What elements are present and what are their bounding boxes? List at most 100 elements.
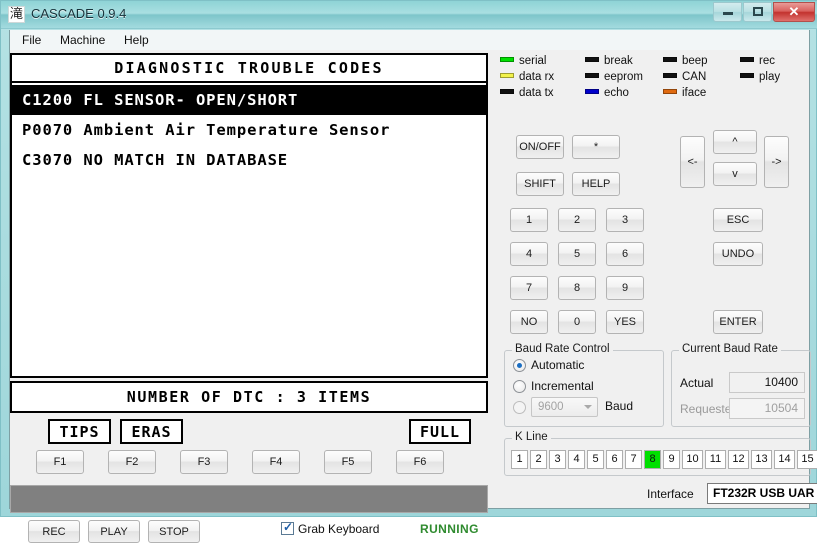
k-line-cell-13[interactable]: 13 [751,450,772,469]
softkey-label-full[interactable]: FULL [409,419,471,444]
led-dot-serial-icon [500,57,514,62]
k-line-cell-9[interactable]: 9 [663,450,680,469]
radio-incremental[interactable] [513,380,526,393]
k-line-cell-3[interactable]: 3 [549,450,566,469]
led-play: play [740,71,780,87]
key-enter[interactable]: ENTER [713,310,763,334]
led-dot-rec-icon [740,57,754,62]
led-dot-data-tx-icon [500,89,514,94]
interface-value: FT232R USB UAR [707,483,817,504]
stop-button[interactable]: STOP [148,520,200,543]
radio-automatic[interactable] [513,359,526,372]
screen-title: DIAGNOSTIC TROUBLE CODES [12,55,486,83]
transport-controls: REC PLAY STOP [10,520,488,544]
k-line-cell-5[interactable]: 5 [587,450,604,469]
led-rec: rec [740,55,775,71]
key-up-arrow[interactable]: ^ [713,130,757,154]
dtc-row[interactable]: P0070 Ambient Air Temperature Sensor [12,115,486,145]
function-key-f4[interactable]: F4 [252,450,300,474]
softkey-label-tips[interactable]: TIPS [48,419,111,444]
key-star[interactable]: * [572,135,620,159]
key-4[interactable]: 4 [510,242,548,266]
baud-rate-select[interactable]: 9600 [531,397,598,417]
led-dot-play-icon [740,73,754,78]
requested-baud-value: 10504 [729,398,805,419]
k-line-cell-12[interactable]: 12 [728,450,749,469]
key-1[interactable]: 1 [510,208,548,232]
led-dot-beep-icon [663,57,677,62]
key-esc[interactable]: ESC [713,208,763,232]
function-key-f1[interactable]: F1 [36,450,84,474]
current-baud-rate-group: Current Baud Rate Actual 10400 Requested… [671,343,811,427]
menu-item-help[interactable]: Help [118,32,155,48]
status-badge: RUNNING [420,522,479,536]
function-key-f2[interactable]: F2 [108,450,156,474]
function-key-f3[interactable]: F3 [180,450,228,474]
key-down-arrow[interactable]: v [713,162,757,186]
record-button[interactable]: REC [28,520,80,543]
led-label: echo [604,87,629,99]
led-serial: serial [500,55,546,71]
dtc-row[interactable]: C1200 FL SENSOR- OPEN/SHORT [12,85,486,115]
key-2[interactable]: 2 [558,208,596,232]
minimize-button[interactable] [713,2,742,22]
led-label: CAN [682,71,707,83]
key-help[interactable]: HELP [572,172,620,196]
k-line-cell-6[interactable]: 6 [606,450,623,469]
baud-rate-selected-value: 9600 [538,401,564,413]
key-5[interactable]: 5 [558,242,596,266]
k-line-cell-8[interactable]: 8 [644,450,661,469]
key-onoff[interactable]: ON/OFF [516,135,564,159]
play-button[interactable]: PLAY [88,520,140,543]
function-key-f6[interactable]: F6 [396,450,444,474]
key-right-arrow[interactable]: -> [764,136,789,188]
led-dot-data-rx-icon [500,73,514,78]
key-shift[interactable]: SHIFT [516,172,564,196]
softkey-label-row: TIPS ERAS FULL [10,419,488,445]
maximize-button[interactable] [743,2,772,22]
k-line-cell-7[interactable]: 7 [625,450,642,469]
radio-label-automatic[interactable]: Automatic [531,358,584,372]
k-line-cell-1[interactable]: 1 [511,450,528,469]
close-button[interactable]: ✕ [773,2,815,22]
interface-label: Interface [647,487,694,501]
led-dot-break-icon [585,57,599,62]
k-line-cell-2[interactable]: 2 [530,450,547,469]
led-dot-iface-icon [663,89,677,94]
key-left-arrow[interactable]: <- [680,136,705,188]
k-line-cell-11[interactable]: 11 [705,450,726,469]
softkey-label-eras[interactable]: ERAS [120,419,183,444]
key-yes[interactable]: YES [606,310,644,334]
led-label: iface [682,87,707,99]
key-9[interactable]: 9 [606,276,644,300]
led-label: eeprom [604,71,643,83]
actual-label: Actual [680,376,714,390]
k-line-cell-10[interactable]: 10 [682,450,703,469]
grab-keyboard-label: Grab Keyboard [298,522,380,536]
k-line-cell-4[interactable]: 4 [568,450,585,469]
k-line-cell-14[interactable]: 14 [774,450,795,469]
checkbox-icon[interactable] [281,520,294,535]
led-dot-echo-icon [585,89,599,94]
key-0[interactable]: 0 [558,310,596,334]
key-8[interactable]: 8 [558,276,596,300]
radio-manual-baud[interactable] [513,401,526,414]
key-undo[interactable]: UNDO [713,242,763,266]
function-key-f5[interactable]: F5 [324,450,372,474]
menu-item-file[interactable]: File [16,32,47,48]
chevron-down-icon [584,405,592,409]
menu-item-machine[interactable]: Machine [54,32,111,48]
dtc-list[interactable]: C1200 FL SENSOR- OPEN/SHORT P0070 Ambien… [12,85,486,175]
led-indicator-grid: serial break beep rec data rx eeprom CAN… [500,55,811,103]
dtc-row[interactable]: C3070 NO MATCH IN DATABASE [12,145,486,175]
key-3[interactable]: 3 [606,208,644,232]
k-line-cell-15[interactable]: 15 [797,450,817,469]
key-no[interactable]: NO [510,310,548,334]
led-can: CAN [663,71,706,87]
function-key-row: F1 F2 F3 F4 F5 F6 [10,450,488,476]
window-title: CASCADE 0.9.4 [31,6,127,21]
key-6[interactable]: 6 [606,242,644,266]
radio-label-incremental[interactable]: Incremental [531,379,594,393]
grab-keyboard-checkbox[interactable]: Grab Keyboard [281,520,380,536]
key-7[interactable]: 7 [510,276,548,300]
